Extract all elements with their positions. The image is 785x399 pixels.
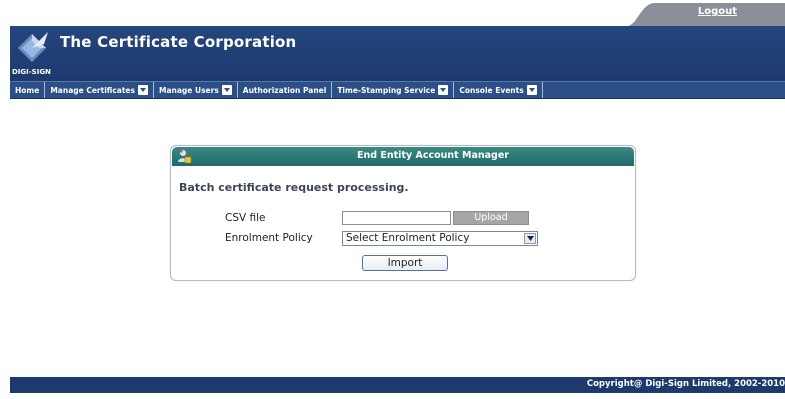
chevron-down-icon[interactable] xyxy=(524,233,536,244)
nav-home[interactable]: Home xyxy=(10,82,46,98)
logout-tab: Logout xyxy=(627,3,785,26)
csv-file-label: CSV file xyxy=(225,212,266,224)
nav-home-label: Home xyxy=(15,85,40,95)
diamond-logo-icon xyxy=(18,32,48,62)
brand-sub: DIGI-SIGN xyxy=(12,68,51,76)
end-entity-dialog: End Entity Account Manager Batch certifi… xyxy=(170,145,636,281)
copyright-text: Copyright@ Digi-Sign Limited, 2002-2010 xyxy=(586,379,785,389)
nav-manage-users[interactable]: Manage Users xyxy=(154,82,238,98)
csv-file-input[interactable] xyxy=(342,211,451,225)
nav-console-events-label: Console Events xyxy=(459,85,524,95)
chevron-down-icon xyxy=(526,85,537,95)
dialog-header: End Entity Account Manager xyxy=(172,147,634,166)
nav-time-stamping-service-label: Time-Stamping Service xyxy=(337,85,436,95)
chevron-down-icon xyxy=(438,85,449,95)
enrolment-policy-select[interactable]: Select Enrolment Policy xyxy=(342,231,538,246)
import-button[interactable]: Import xyxy=(362,255,448,271)
nav-time-stamping-service[interactable]: Time-Stamping Service xyxy=(332,82,455,98)
header-banner: The Certificate Corporation DIGI-SIGN xyxy=(10,26,785,81)
footer-bar: Copyright@ Digi-Sign Limited, 2002-2010 xyxy=(10,377,785,393)
top-strip: Logout xyxy=(10,0,785,26)
enrolment-policy-value: Select Enrolment Policy xyxy=(346,232,470,244)
nav-manage-users-label: Manage Users xyxy=(158,85,219,95)
nav-authorization-panel-label: Authorization Panel xyxy=(242,85,327,95)
nav-console-events[interactable]: Console Events xyxy=(454,82,543,98)
nav-manage-certificates-label: Manage Certificates xyxy=(50,85,135,95)
chevron-down-icon xyxy=(221,85,232,95)
dialog-title: End Entity Account Manager xyxy=(357,150,509,161)
nav-manage-certificates[interactable]: Manage Certificates xyxy=(45,82,154,98)
logout-link[interactable]: Logout xyxy=(698,6,737,17)
enrolment-policy-label: Enrolment Policy xyxy=(225,232,313,244)
nav-authorization-panel[interactable]: Authorization Panel xyxy=(238,82,333,98)
chevron-down-icon xyxy=(137,85,148,95)
upload-button[interactable]: Upload xyxy=(453,211,529,225)
brand-name: The Certificate Corporation xyxy=(60,33,297,51)
dialog-heading: Batch certificate request processing. xyxy=(179,181,409,194)
main-navbar: Home Manage Certificates Manage Users Au… xyxy=(10,81,785,99)
